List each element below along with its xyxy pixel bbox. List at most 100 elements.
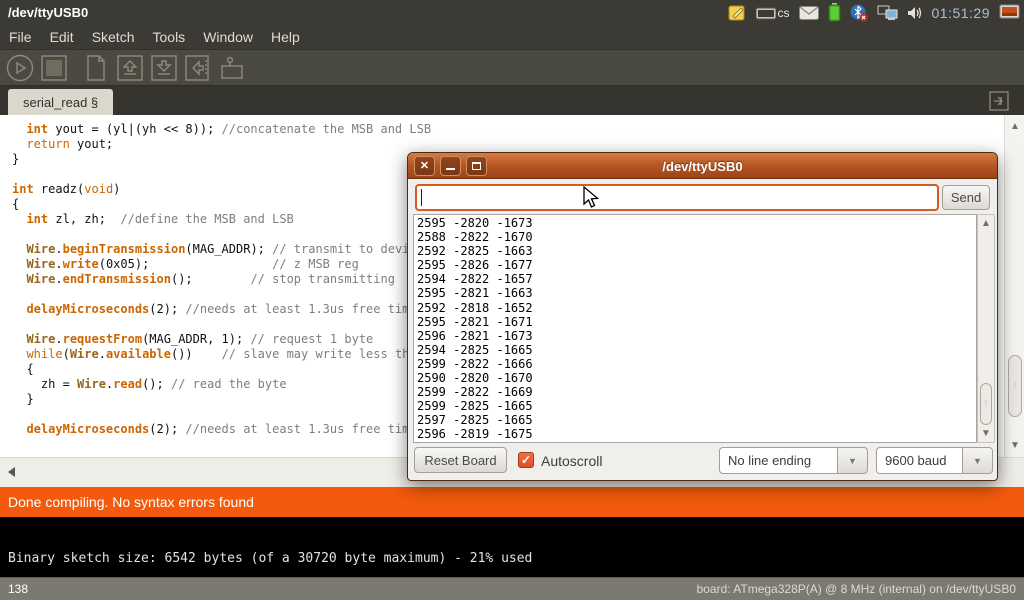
- code-line: [12, 317, 431, 332]
- menu-sketch[interactable]: Sketch: [83, 29, 144, 45]
- note-icon[interactable]: [728, 4, 747, 22]
- serial-output-area[interactable]: 2595 -2820 -16732588 -2822 -16702592 -28…: [413, 214, 977, 443]
- code-area: int yout = (yl|(yh << 8)); //concatenate…: [12, 122, 431, 437]
- compile-message: Done compiling. No syntax errors found: [8, 494, 254, 510]
- serial-send-input[interactable]: [415, 184, 939, 211]
- mail-icon[interactable]: [799, 6, 819, 20]
- code-line: Wire.write(0x05); // z MSB reg: [12, 257, 431, 272]
- menu-edit[interactable]: Edit: [41, 29, 83, 45]
- code-line: int zl, zh; //define the MSB and LSB: [12, 212, 431, 227]
- serial-output-line: 2595 -2821 -1671: [417, 315, 973, 329]
- menu-window[interactable]: Window: [194, 29, 262, 45]
- serial-monitor-icon[interactable]: [217, 53, 246, 82]
- code-line: {: [12, 362, 431, 377]
- tab-bar: serial_read §: [0, 86, 1024, 115]
- line-ending-select[interactable]: No line ending: [719, 447, 837, 474]
- stop-icon[interactable]: [39, 53, 68, 82]
- system-tray: cs 01:51:29: [728, 0, 1021, 25]
- scroll-up-icon[interactable]: ▲: [978, 218, 994, 229]
- send-button[interactable]: Send: [942, 185, 990, 210]
- editor-vertical-scrollbar[interactable]: ▲ ⋮ ▼: [1004, 115, 1024, 457]
- code-line: return yout;: [12, 137, 431, 152]
- menu-file[interactable]: File: [0, 29, 41, 45]
- line-ending-dropdown-arrow-icon[interactable]: ▼: [837, 447, 868, 474]
- keyboard-layout-label: cs: [778, 6, 790, 20]
- serial-output-line: 2596 -2821 -1673: [417, 329, 973, 343]
- code-line: delayMicroseconds(2); //needs at least 1…: [12, 422, 431, 437]
- save-icon[interactable]: [149, 53, 178, 82]
- close-icon[interactable]: ✕: [414, 156, 435, 176]
- network-icon[interactable]: [877, 4, 898, 22]
- mouse-cursor: [583, 186, 601, 215]
- volume-icon[interactable]: [907, 5, 923, 21]
- serial-output-line: 2595 -2826 -1677: [417, 258, 973, 272]
- board-info: board: ATmega328P(A) @ 8 MHz (internal) …: [697, 582, 1016, 596]
- serial-output-line: 2594 -2825 -1665: [417, 343, 973, 357]
- code-line: }: [12, 392, 431, 407]
- serial-monitor-titlebar[interactable]: /dev/ttyUSB0 ✕: [408, 153, 997, 179]
- session-menu-icon[interactable]: [999, 4, 1020, 21]
- serial-output-line: 2588 -2822 -1670: [417, 230, 973, 244]
- code-line: {: [12, 197, 431, 212]
- serial-output-line: 2592 -2825 -1663: [417, 244, 973, 258]
- tab-serial-read[interactable]: serial_read §: [8, 89, 113, 115]
- serial-output-line: 2590 -2820 -1670: [417, 371, 973, 385]
- code-line: Wire.endTransmission(); // stop transmit…: [12, 272, 431, 287]
- code-line: int readz(void): [12, 182, 431, 197]
- serial-scrollbar-thumb[interactable]: ⋮: [980, 383, 992, 425]
- autoscroll-checkbox[interactable]: ✓: [518, 452, 534, 468]
- compile-status-bar: Done compiling. No syntax errors found: [0, 487, 1024, 517]
- code-line: zh = Wire.read(); // read the byte: [12, 377, 431, 392]
- serial-output-line: 2595 -2820 -1673: [417, 216, 973, 230]
- keyboard-layout-indicator[interactable]: cs: [756, 6, 790, 20]
- open-icon[interactable]: [115, 53, 144, 82]
- scroll-up-icon[interactable]: ▲: [1005, 121, 1024, 132]
- menu-help[interactable]: Help: [262, 29, 309, 45]
- baud-dropdown-arrow-icon[interactable]: ▼: [962, 447, 993, 474]
- upload-icon[interactable]: [183, 53, 212, 82]
- maximize-icon[interactable]: [466, 156, 487, 176]
- serial-output-line: 2599 -2822 -1666: [417, 357, 973, 371]
- new-sketch-icon[interactable]: [81, 53, 110, 82]
- text-caret: [421, 189, 422, 206]
- desktop-top-panel: /dev/ttyUSB0 cs 01:5: [0, 0, 1024, 25]
- editor-scrollbar-thumb[interactable]: ⋮: [1008, 355, 1022, 417]
- autoscroll-label: Autoscroll: [541, 453, 602, 469]
- code-line: delayMicroseconds(2); //needs at least 1…: [12, 302, 431, 317]
- footer-status-bar: 138 board: ATmega328P(A) @ 8 MHz (intern…: [0, 577, 1024, 600]
- code-line: Wire.beginTransmission(MAG_ADDR); // tra…: [12, 242, 431, 257]
- scroll-down-icon[interactable]: ▼: [978, 428, 994, 439]
- bluetooth-icon[interactable]: [850, 3, 868, 22]
- serial-monitor-window: /dev/ttyUSB0 ✕ Send 2595 -2820 -16732588…: [407, 152, 998, 481]
- serial-monitor-title: /dev/ttyUSB0: [408, 153, 997, 179]
- code-line: }: [12, 152, 431, 167]
- serial-output-line: 2599 -2825 -1665: [417, 399, 973, 413]
- serial-output-line: 2599 -2822 -1669: [417, 385, 973, 399]
- code-line: [12, 227, 431, 242]
- cursor-line-number: 138: [8, 582, 28, 596]
- serial-output-line: 2596 -2819 -1675: [417, 427, 973, 441]
- scroll-down-icon[interactable]: ▼: [1005, 440, 1024, 451]
- console-output: Binary sketch size: 6542 bytes (of a 307…: [8, 551, 532, 566]
- menu-tools[interactable]: Tools: [144, 29, 195, 45]
- code-line: [12, 407, 431, 422]
- build-console: Binary sketch size: 6542 bytes (of a 307…: [0, 517, 1024, 577]
- code-line: Wire.requestFrom(MAG_ADDR, 1); // reques…: [12, 332, 431, 347]
- serial-output-line: 2597 -2825 -1665: [417, 413, 973, 427]
- clock[interactable]: 01:51:29: [932, 5, 991, 21]
- code-line: [12, 287, 431, 302]
- serial-output-scrollbar[interactable]: ▲ ⋮ ▼: [977, 214, 995, 443]
- code-line: while(Wire.available()) // slave may wri…: [12, 347, 431, 362]
- scroll-left-icon[interactable]: [8, 467, 15, 477]
- ide-toolbar: [0, 50, 1024, 86]
- code-line: int yout = (yl|(yh << 8)); //concatenate…: [12, 122, 431, 137]
- verify-icon[interactable]: [5, 53, 34, 82]
- menu-bar: FileEditSketchToolsWindowHelp: [0, 25, 1024, 50]
- code-line: [12, 167, 431, 182]
- baud-rate-select[interactable]: 9600 baud: [876, 447, 962, 474]
- minimize-icon[interactable]: [440, 156, 461, 176]
- screen: /dev/ttyUSB0 cs 01:5: [0, 0, 1024, 600]
- new-tab-icon[interactable]: [988, 90, 1010, 112]
- reset-board-button[interactable]: Reset Board: [414, 447, 507, 473]
- battery-icon[interactable]: [828, 3, 841, 22]
